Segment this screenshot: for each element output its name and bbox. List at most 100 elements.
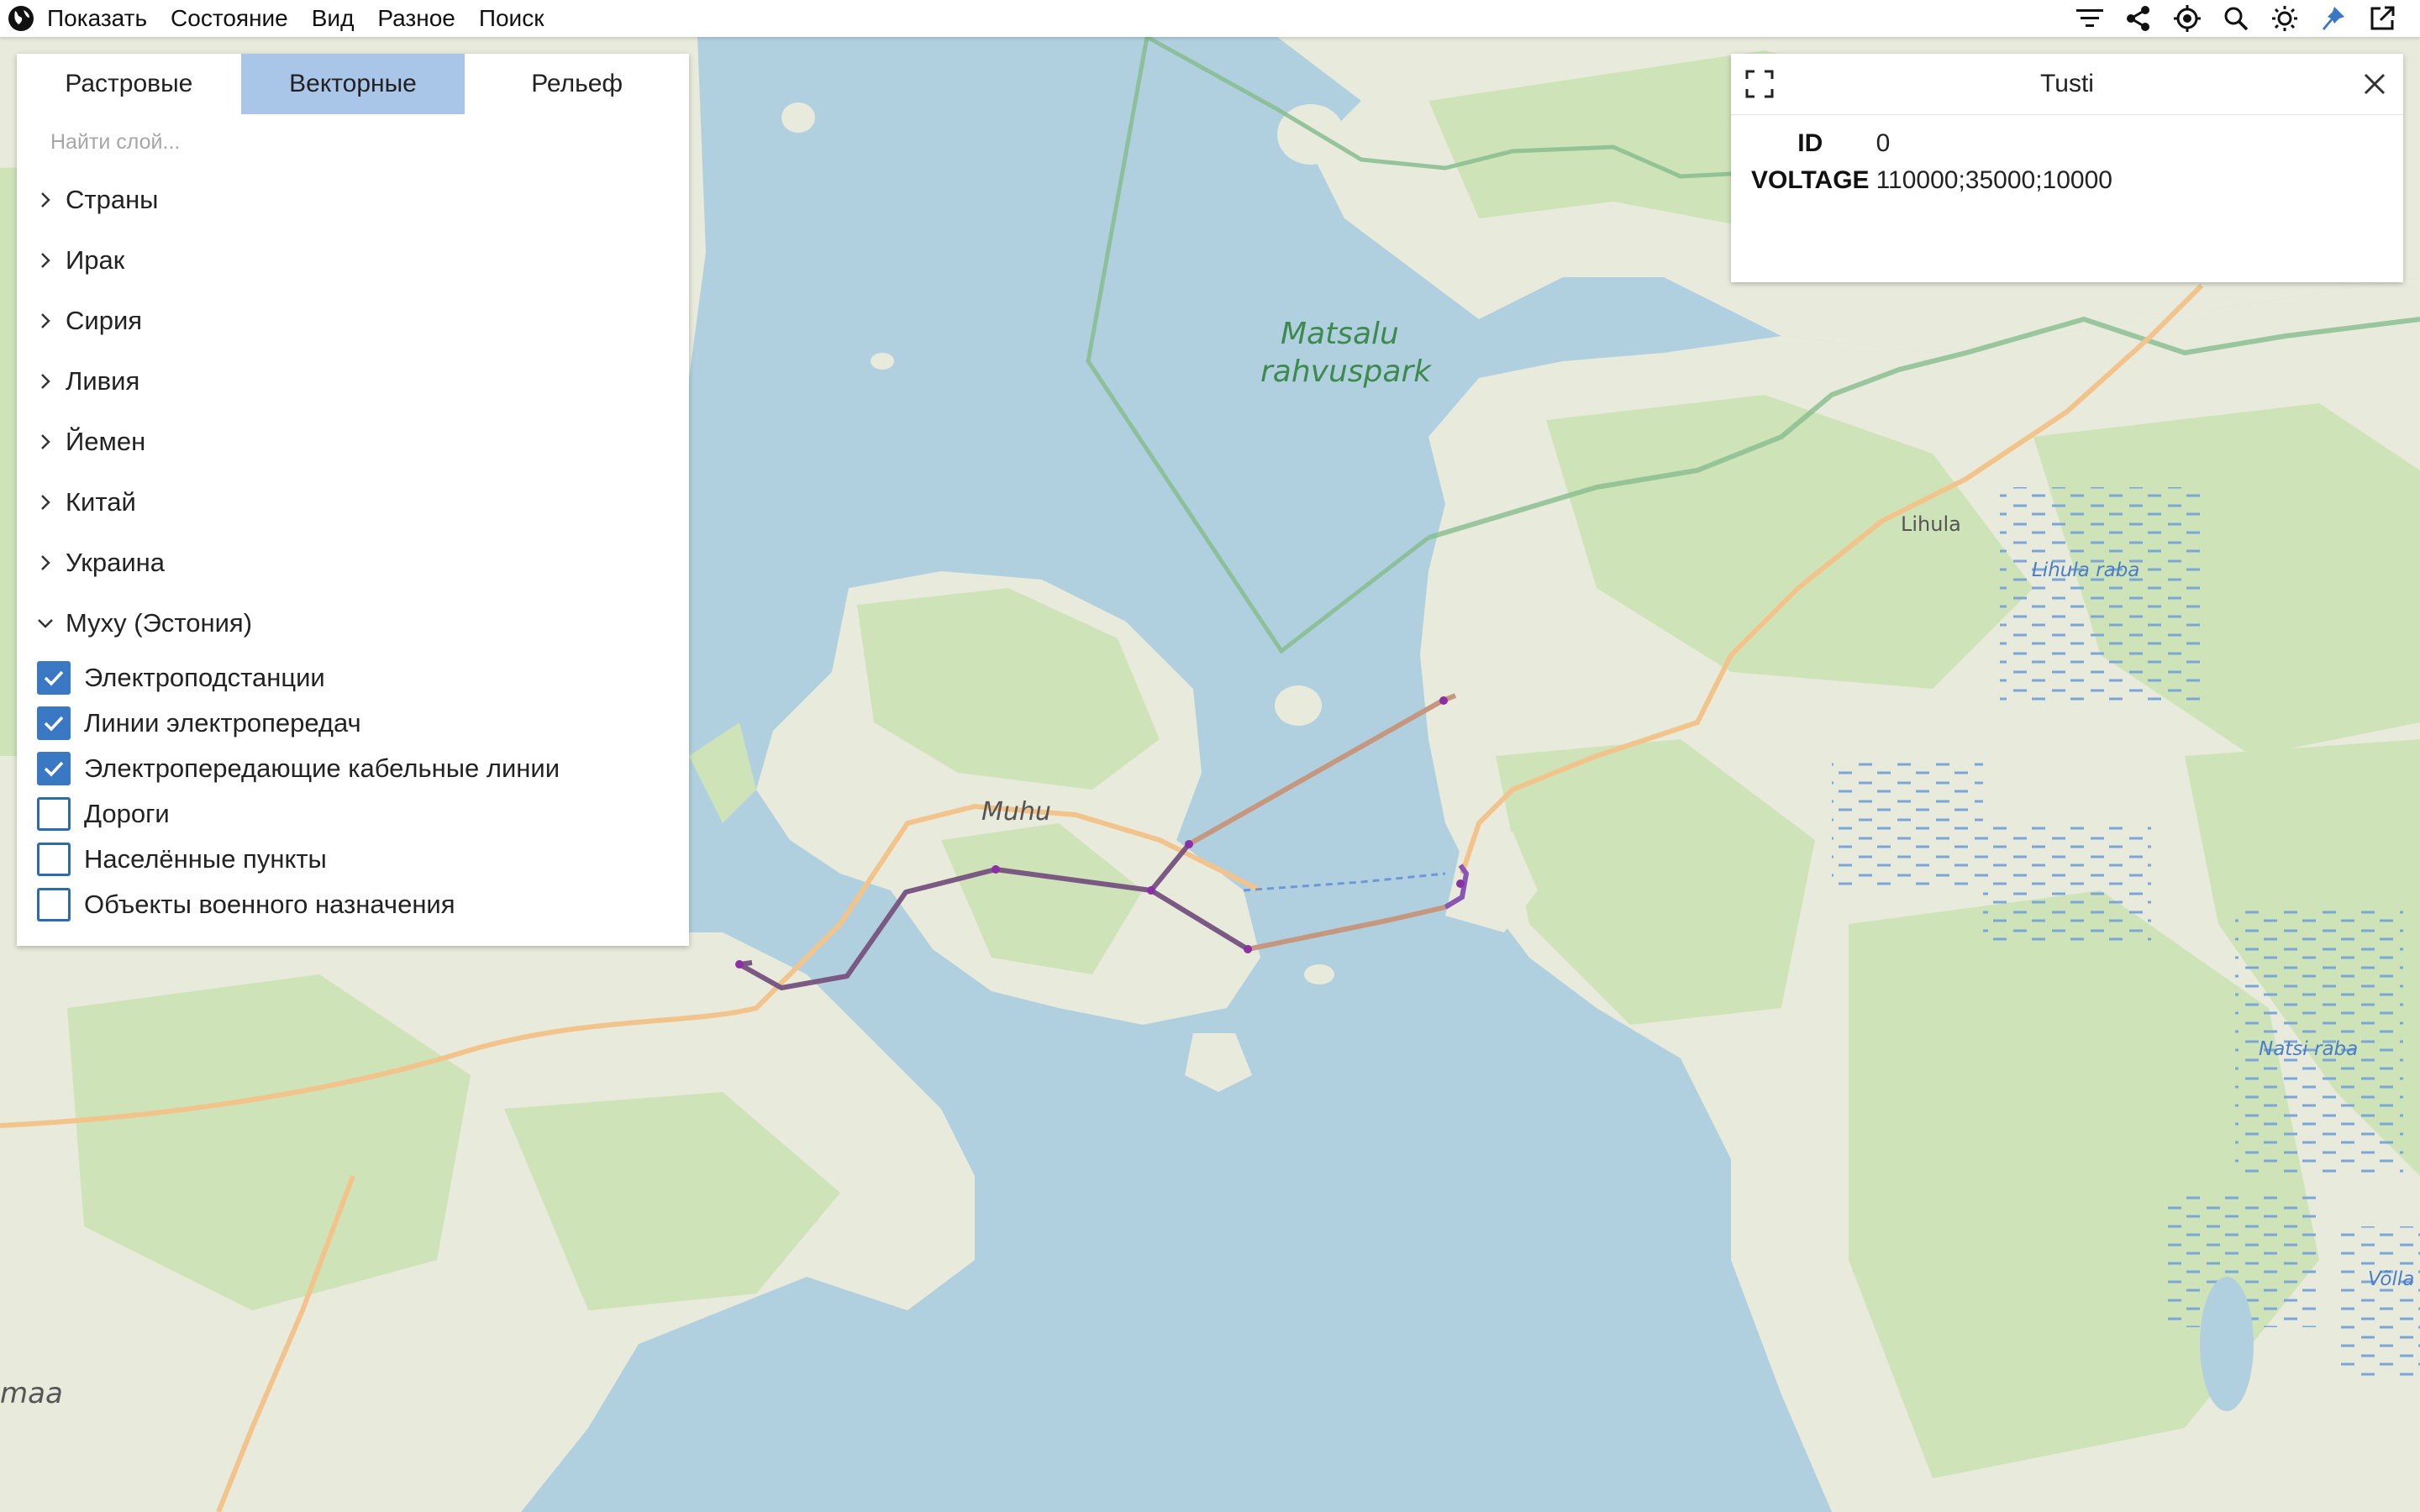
close-icon[interactable] (2358, 67, 2391, 101)
substation-3 (1147, 886, 1155, 895)
layer-label: Населённые пункты (84, 844, 327, 874)
chevron-right-icon (30, 170, 60, 230)
layer-search-input[interactable] (49, 114, 657, 170)
group-label: Сирия (66, 306, 143, 335)
marsh-2 (1983, 823, 2151, 941)
external-link-icon[interactable] (2358, 0, 2407, 37)
menu-state[interactable]: Состояние (159, 0, 300, 37)
group-yemen[interactable]: Йемен (17, 412, 689, 472)
filter-icon[interactable] (2065, 0, 2114, 37)
brightness-icon[interactable] (2260, 0, 2309, 37)
chevron-down-icon (30, 593, 60, 654)
feature-info-popup: Tusti ID 0 VOLTAGE 110000;35000;10000 (1731, 54, 2403, 282)
checkbox-power-lines[interactable] (37, 706, 71, 740)
chevron-right-icon (30, 472, 60, 533)
popup-header: Tusti (1731, 54, 2403, 115)
fullscreen-icon[interactable] (1743, 67, 1776, 101)
island-3 (1275, 685, 1322, 726)
group-label: Ливия (66, 366, 140, 396)
group-libya[interactable]: Ливия (17, 351, 689, 412)
layer-cable-lines[interactable]: Электропередающие кабельные линии (37, 746, 689, 791)
island-2 (781, 102, 815, 133)
pin-icon[interactable] (2309, 0, 2358, 37)
popup-title: Tusti (2040, 70, 2094, 97)
layer-label: Электроподстанции (84, 663, 325, 692)
substation-7 (1456, 879, 1465, 888)
checkbox-substations[interactable] (37, 661, 71, 695)
layer-group-list: Страны Ирак Сирия Ливия Йемен Китай Укра… (17, 170, 689, 927)
layer-label: Объекты военного назначения (84, 890, 455, 919)
tab-raster[interactable]: Растровые (17, 54, 241, 114)
layer-roads[interactable]: Дороги (37, 791, 689, 837)
group-muhu-estonia[interactable]: Муху (Эстония) (17, 593, 689, 654)
marsh-1 (1832, 756, 1983, 890)
checkbox-settlements[interactable] (37, 843, 71, 876)
layer-label: Электропередающие кабельные линии (84, 753, 560, 783)
substation-1 (735, 960, 744, 969)
attribute-row: ID 0 (1751, 125, 2118, 162)
map-label-rahvuspark: rahvuspark (1260, 354, 1432, 389)
map-label-lihula: Lihula (1901, 512, 1961, 536)
layer-label: Дороги (84, 799, 170, 828)
layer-label: Линии электропередач (84, 708, 361, 738)
layer-tabs: Растровые Векторные Рельеф (17, 54, 689, 114)
menu-view[interactable]: Вид (300, 0, 366, 37)
substation-6 (1439, 696, 1448, 705)
chevron-right-icon (30, 291, 60, 351)
menu-misc[interactable]: Разное (366, 0, 466, 37)
layer-substations[interactable]: Электроподстанции (37, 655, 689, 701)
group-ukraine[interactable]: Украина (17, 533, 689, 593)
checkbox-military[interactable] (37, 888, 71, 921)
layer-panel: Растровые Векторные Рельеф Страны Ирак (17, 54, 689, 946)
layer-power-lines[interactable]: Линии электропередач (37, 701, 689, 746)
group-label: Йемен (66, 427, 146, 456)
group-countries[interactable]: Страны (17, 170, 689, 230)
attribute-value: 110000;35000;10000 (1876, 166, 2112, 194)
map-label-volla: Võlla (2368, 1268, 2415, 1290)
attribute-row: VOLTAGE 110000;35000;10000 (1751, 162, 2118, 199)
chevron-right-icon (30, 230, 60, 291)
group-label: Ирак (66, 245, 125, 275)
substation-5 (1244, 945, 1252, 953)
map-label-natsi-raba: Natsi raba (2259, 1038, 2359, 1060)
menu-search[interactable]: Поиск (467, 0, 556, 37)
group-label: Китай (66, 487, 136, 517)
attribute-value: 0 (1876, 129, 1891, 157)
map-label-muhu: Muhu (981, 797, 1051, 827)
substation-4 (1185, 840, 1193, 848)
group-china[interactable]: Китай (17, 472, 689, 533)
map-label-matsalu: Matsalu (1281, 317, 1399, 351)
layer-settlements[interactable]: Населённые пункты (37, 837, 689, 882)
group-label: Муху (Эстония) (66, 608, 253, 638)
search-icon[interactable] (2212, 0, 2260, 37)
chevron-right-icon (30, 351, 60, 412)
lake-volla (2200, 1277, 2254, 1411)
group-label: Украина (66, 548, 166, 577)
group-iraq[interactable]: Ирак (17, 230, 689, 291)
menu-show[interactable]: Показать (42, 0, 159, 37)
map-label-maa: maa (0, 1377, 63, 1410)
chevron-right-icon (30, 533, 60, 593)
group-label: Страны (66, 185, 159, 214)
attribute-key: ID (1797, 129, 1823, 157)
island-4 (871, 353, 894, 370)
attribute-table: ID 0 VOLTAGE 110000;35000;10000 (1751, 125, 2118, 199)
toolbar-right (2065, 0, 2420, 37)
layer-military[interactable]: Объекты военного назначения (37, 882, 689, 927)
attribute-key: VOLTAGE (1751, 166, 1870, 194)
island-5 (1304, 964, 1334, 984)
locate-icon[interactable] (2163, 0, 2212, 37)
globe-logo-icon[interactable] (0, 0, 42, 37)
checkbox-roads[interactable] (37, 797, 71, 831)
tab-vector[interactable]: Векторные (240, 54, 466, 114)
chevron-right-icon (30, 412, 60, 472)
substation-2 (992, 865, 1000, 874)
map-label-lihula-raba: Lihula raba (2032, 559, 2140, 581)
marsh-lihula-raba (2000, 487, 2202, 706)
top-menu-bar: Показать Состояние Вид Разное Поиск (0, 0, 2420, 37)
checkbox-cable-lines[interactable] (37, 752, 71, 785)
tab-relief[interactable]: Рельеф (465, 54, 689, 114)
group-syria[interactable]: Сирия (17, 291, 689, 351)
share-icon[interactable] (2114, 0, 2163, 37)
marsh-4 (2336, 1226, 2420, 1378)
